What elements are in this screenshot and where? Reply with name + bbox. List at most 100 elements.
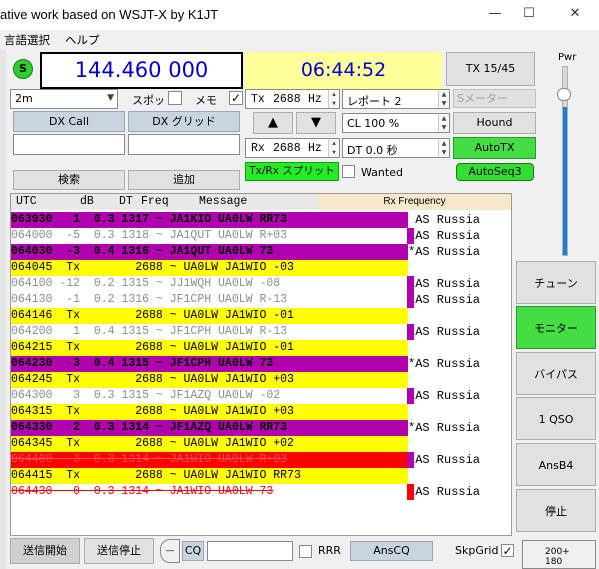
rrr-checkbox[interactable] (299, 545, 312, 558)
decoded-row-text: 064146 Tx 2688 ~ UA0LW JA1WIO -01 (11, 309, 294, 322)
dx-grid-label[interactable]: DX グリッド (128, 111, 240, 132)
header-db: dB (80, 195, 94, 208)
decoded-row[interactable]: 064130 -1 0.2 1316 ~ JF1CPH UA0LW R-13 (11, 292, 408, 308)
dt-spinbox[interactable]: DT 0.0 秒 ▲ ▼ (342, 138, 450, 158)
close-button[interactable]: ✕ (563, 4, 587, 24)
rx-freq-unit: Hz (308, 142, 322, 155)
decoded-row[interactable]: 064415 Tx 2688 ~ UA0LW JA1WIO RR73 (11, 468, 408, 484)
decoded-row-country: AS Russia (408, 485, 481, 499)
decoded-row[interactable]: 064030 -3 0.4 1316 ~ JA1QUT UA0LW 73 (11, 244, 408, 260)
window-title: ative work based on WSJT-X by K1JT (0, 7, 219, 22)
frequency-value: 144.460 000 (42, 54, 241, 87)
header-dt: DT (119, 195, 133, 208)
decoded-row-country: *AS Russia (408, 357, 481, 371)
memo-checkbox[interactable]: ✓ (229, 91, 243, 105)
decoded-row-country: *AS Russia (408, 245, 481, 259)
tx-frequency-spinbox[interactable]: Tx 2688 Hz ▲ ▼ (245, 89, 340, 109)
ansb4-button[interactable]: AnsB4 (516, 443, 596, 486)
s-meter: Sメーター (453, 89, 536, 108)
decoded-row[interactable]: 064000 -5 0.3 1318 ~ JA1QUT UA0LW R+03 (11, 228, 408, 244)
left-edge (0, 50, 6, 569)
decoded-row-text: 064000 -5 0.3 1318 ~ JA1QUT UA0LW R+03 (11, 229, 288, 242)
tx-freq-prefix: Tx (251, 93, 265, 106)
decoded-row-text: 064330 2 0.3 1314 ~ JF1AZQ UA0LW RR73 (11, 421, 288, 434)
decoded-row-text: 064100 -12 0.2 1315 ~ JJ1WQH UA0LW -08 (11, 277, 281, 290)
decoded-row-text: 064415 Tx 2688 ~ UA0LW JA1WIO RR73 (11, 469, 301, 482)
report-spinbox[interactable]: レポート 2 ▲ ▼ (342, 89, 450, 109)
decoded-row-country: AS Russia (408, 453, 481, 467)
decoded-row[interactable]: 064330 2 0.3 1314 ~ JF1AZQ UA0LW RR73 (11, 420, 408, 436)
one-qso-button[interactable]: 1 QSO (516, 397, 596, 440)
decoded-row[interactable]: 064200 1 0.4 1315 ~ JF1CPH UA0LW R-13 (11, 324, 408, 340)
bypass-button[interactable]: バイパス (516, 352, 596, 395)
minimize-button[interactable]: — (483, 4, 507, 24)
tx-up-arrow-icon[interactable]: ▲ (253, 112, 293, 134)
header-utc: UTC (16, 195, 37, 208)
spin-arrows-icon[interactable]: ▲ ▼ (438, 139, 449, 157)
dx-call-input[interactable] (13, 134, 125, 155)
send-stop-button[interactable]: 送信停止 (84, 538, 154, 564)
hound-button[interactable]: Hound (453, 112, 536, 134)
dash-button[interactable]: — (160, 539, 180, 563)
decoded-row[interactable]: 064215 Tx 2688 ~ UA0LW JA1WIO -01 (11, 340, 408, 356)
decoded-row[interactable]: 064400 3 0.3 1314 ~ JA1WIO UA0LW R+03 (11, 452, 408, 468)
spin-arrows-icon[interactable]: ▲ ▼ (438, 114, 449, 132)
cq-label[interactable]: CQ (182, 541, 204, 561)
monitor-button[interactable]: モニター (516, 306, 596, 349)
power-label: Pwr (558, 52, 577, 63)
memo-label: メモ (195, 94, 217, 107)
rx-frequency-header: Rx Frequency (318, 194, 511, 210)
decoded-row-text: 064345 Tx 2688 ~ UA0LW JA1WIO +02 (11, 437, 294, 450)
decoded-row-text: 064030 -3 0.4 1316 ~ JA1QUT UA0LW 73 (11, 245, 274, 258)
menu-help[interactable]: ヘルプ (65, 32, 100, 48)
auto-seq-button[interactable]: AutoSeq3 (456, 163, 534, 181)
decoded-row-country: AS Russia (408, 325, 481, 339)
tx-down-arrow-icon[interactable]: ▼ (296, 112, 336, 134)
maximize-button[interactable]: ☐ (517, 4, 541, 24)
tx-period-button[interactable]: TX 15/45 (446, 52, 535, 86)
decoded-row[interactable]: 064430 0 0.3 1314 ~ JA1WIO UA0LW 73 (11, 484, 408, 500)
dx-call-label[interactable]: DX Call (13, 111, 125, 132)
menu-language[interactable]: 言語選択 (4, 32, 50, 48)
wanted-checkbox[interactable] (342, 165, 355, 178)
ans-cq-button[interactable]: AnsCQ (350, 541, 433, 561)
decoded-row-text: 064430 0 0.3 1314 ~ JA1WIO UA0LW 73 (11, 485, 274, 498)
skpgrid-checkbox[interactable]: ✓ (501, 544, 514, 557)
frequency-display[interactable]: 144.460 000 (40, 52, 243, 89)
decoded-row[interactable]: 063930 1 0.3 1317 ~ JA1KIO UA0LW RR73 (11, 212, 408, 228)
decoded-row-text: 063930 1 0.3 1317 ~ JA1KIO UA0LW RR73 (11, 213, 288, 226)
chevron-down-icon: ▼ (107, 93, 114, 103)
tx-rx-split-indicator[interactable]: Tx/Rx スプリット (245, 162, 339, 181)
decoded-row[interactable]: 064230 3 0.4 1315 ~ JF1CPH UA0LW 73 (11, 356, 408, 372)
cl-spinbox[interactable]: CL 100 % ▲ ▼ (342, 113, 450, 133)
decoded-row[interactable]: 064100 -12 0.2 1315 ~ JJ1WQH UA0LW -08 (11, 276, 408, 292)
dt-value: DT 0.0 秒 (347, 144, 398, 157)
rx-freq-value: 2688 (273, 142, 301, 155)
tune-button[interactable]: チューン (516, 261, 596, 304)
decoded-row[interactable]: 064146 Tx 2688 ~ UA0LW JA1WIO -01 (11, 308, 408, 324)
spin-arrows-icon[interactable]: ▲ ▼ (328, 90, 339, 108)
auto-tx-button[interactable]: AutoTX (453, 137, 536, 159)
dx-grid-input[interactable] (128, 134, 240, 155)
spot-checkbox[interactable] (168, 91, 182, 105)
add-button[interactable]: 追加 (128, 170, 240, 190)
spin-arrows-icon[interactable]: ▲ ▼ (328, 139, 339, 157)
search-button[interactable]: 検索 (13, 170, 125, 190)
decoded-row[interactable]: 064300 3 0.3 1315 ~ JF1AZQ UA0LW -02 (11, 388, 408, 404)
decoded-row-text: 064215 Tx 2688 ~ UA0LW JA1WIO -01 (11, 341, 294, 354)
decoded-row[interactable]: 064345 Tx 2688 ~ UA0LW JA1WIO +02 (11, 436, 408, 452)
spin-arrows-icon[interactable]: ▲ ▼ (438, 90, 449, 108)
corner-stepper[interactable]: 200+ 180 (522, 540, 596, 569)
power-slider-handle[interactable] (557, 88, 571, 101)
rx-frequency-spinbox[interactable]: Rx 2688 Hz ▲ ▼ (245, 138, 340, 158)
band-select[interactable]: 2m ▼ (10, 89, 118, 109)
cl-value: CL 100 % (347, 117, 400, 130)
decoded-row-country: AS Russia (408, 229, 481, 243)
decoded-row[interactable]: 064315 Tx 2688 ~ UA0LW JA1WIO +03 (11, 404, 408, 420)
cq-input[interactable] (207, 541, 293, 561)
decoded-row[interactable]: 064245 Tx 2688 ~ UA0LW JA1WIO +03 (11, 372, 408, 388)
stop-button[interactable]: 停止 (516, 489, 596, 532)
decoded-row[interactable]: 064045 Tx 2688 ~ UA0LW JA1WIO -03 (11, 260, 408, 276)
send-start-button[interactable]: 送信開始 (10, 538, 80, 564)
decoded-row-text: 064400 3 0.3 1314 ~ JA1WIO UA0LW R+03 (11, 453, 288, 466)
